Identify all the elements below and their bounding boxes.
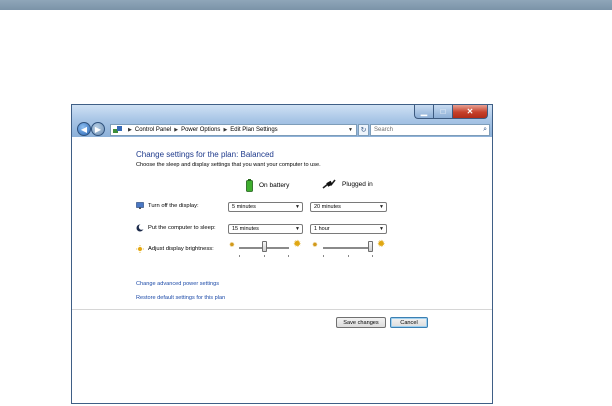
on-battery-label: On battery <box>259 182 290 189</box>
restore-defaults-link[interactable]: Restore default settings for this plan <box>136 295 225 301</box>
control-panel-icon <box>113 126 122 133</box>
window-controls: ▁ □ ✕ <box>414 105 488 119</box>
brightness-label: Adjust display brightness: <box>148 246 214 252</box>
dim-sun-icon: ✹ <box>229 242 235 249</box>
back-arrow-icon: ◀ <box>80 124 88 134</box>
cancel-button[interactable]: Cancel <box>390 317 428 328</box>
back-button[interactable]: ◀ <box>77 122 91 136</box>
slider-tick <box>239 255 240 257</box>
slider-tick <box>264 255 265 257</box>
display-off-plugged-value: 20 minutes <box>314 204 341 210</box>
sleep-plugged-value: 1 hour <box>314 226 330 232</box>
slider-tick <box>323 255 324 257</box>
plug-icon <box>322 179 336 189</box>
breadcrumb-power-options[interactable]: Power Options <box>181 127 220 133</box>
battery-icon <box>246 179 253 192</box>
search-input[interactable]: Search <box>374 127 393 133</box>
sleep-plugged-select[interactable]: 1 hour ▼ <box>310 224 387 234</box>
chevron-down-icon: ▼ <box>295 226 300 232</box>
display-off-battery-select[interactable]: 5 minutes ▼ <box>228 202 303 212</box>
refresh-button[interactable]: ↻ <box>358 124 369 136</box>
crumb-separator: ▶ <box>223 127 228 133</box>
search-box[interactable]: Search ⌕ <box>370 124 490 136</box>
slider-track <box>323 247 373 249</box>
page-title: Change settings for the plan: Balanced <box>136 150 274 159</box>
plugged-in-label: Plugged in <box>342 180 373 188</box>
address-dropdown-icon[interactable]: ▼ <box>348 127 353 133</box>
slider-tick <box>372 255 373 257</box>
chevron-down-icon: ▼ <box>295 204 300 210</box>
change-advanced-settings-link[interactable]: Change advanced power settings <box>136 281 219 287</box>
maximize-button[interactable]: □ <box>433 105 452 119</box>
address-bar[interactable]: ▶ Control Panel ▶ Power Options ▶ Edit P… <box>110 124 357 136</box>
dim-sun-icon: ✹ <box>312 242 318 249</box>
footer-divider <box>72 309 492 310</box>
slider-tick <box>288 255 289 257</box>
crumb-separator: ▶ <box>174 127 179 133</box>
display-off-battery-value: 5 minutes <box>232 204 256 210</box>
crumb-separator: ▶ <box>128 127 132 133</box>
page-header-bar <box>0 0 612 10</box>
turn-off-display-label: Turn off the display: <box>148 203 199 209</box>
slider-thumb[interactable] <box>368 241 373 252</box>
forward-button[interactable]: ▶ <box>91 122 105 136</box>
save-changes-button[interactable]: Save changes <box>336 317 386 328</box>
search-icon[interactable]: ⌕ <box>483 126 487 134</box>
slider-thumb[interactable] <box>262 241 267 252</box>
page-description: Choose the sleep and display settings th… <box>136 162 321 168</box>
title-bar: ▁ □ ✕ ◀ ▶ ▶ Control Panel ▶ Power Option… <box>72 105 492 137</box>
breadcrumb-edit-plan-settings[interactable]: Edit Plan Settings <box>230 127 277 133</box>
close-button[interactable]: ✕ <box>452 105 488 119</box>
column-header-plugged-in: Plugged in <box>322 179 373 189</box>
edit-plan-settings-window: ▁ □ ✕ ◀ ▶ ▶ Control Panel ▶ Power Option… <box>71 104 493 404</box>
plan-settings-content: Change settings for the plan: Balanced C… <box>72 137 492 403</box>
forward-arrow-icon: ▶ <box>94 124 102 134</box>
monitor-icon <box>136 202 144 209</box>
brightness-battery-slider[interactable] <box>239 241 289 257</box>
brightness-plugged-slider[interactable] <box>323 241 373 257</box>
bright-sun-icon: ✹ <box>377 239 386 250</box>
refresh-icon: ↻ <box>360 127 367 134</box>
sleep-battery-value: 15 minutes <box>232 226 259 232</box>
chevron-down-icon: ▼ <box>379 226 384 232</box>
moon-icon <box>136 224 144 232</box>
sleep-label: Put the computer to sleep: <box>148 225 216 231</box>
chevron-down-icon: ▼ <box>379 204 384 210</box>
breadcrumb-control-panel[interactable]: Control Panel <box>135 127 171 133</box>
column-header-on-battery: On battery <box>246 179 289 192</box>
sun-icon <box>136 245 144 253</box>
sleep-battery-select[interactable]: 15 minutes ▼ <box>228 224 303 234</box>
slider-tick <box>348 255 349 257</box>
bright-sun-icon: ✹ <box>293 239 302 250</box>
display-off-plugged-select[interactable]: 20 minutes ▼ <box>310 202 387 212</box>
minimize-button[interactable]: ▁ <box>414 105 433 119</box>
